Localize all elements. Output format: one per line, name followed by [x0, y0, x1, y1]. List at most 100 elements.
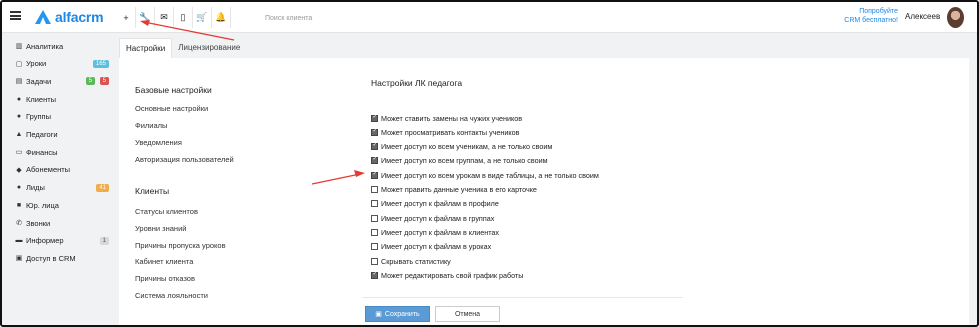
- count-badge: 1: [99, 236, 109, 245]
- sidebar-item-label: Лиды: [26, 183, 45, 193]
- logo-mark-icon: [35, 10, 51, 24]
- option-row[interactable]: Имеет доступ ко всем урокам в виде табли…: [371, 170, 599, 180]
- menu-icon[interactable]: [10, 11, 21, 20]
- option-label: Имеет доступ к файлам в уроках: [381, 242, 492, 252]
- sidebar-item-label: Аналитика: [26, 41, 64, 51]
- sidebar-item-label: Информер: [26, 236, 64, 246]
- count-badge-secondary: 5: [99, 77, 109, 86]
- sidebar-item-12[interactable]: ▣ Доступ в CRM: [14, 251, 114, 265]
- settings-link[interactable]: Кабинет клиента: [135, 257, 193, 266]
- option-label: Может ставить замены на чужих учеников: [381, 113, 523, 123]
- settings-link[interactable]: Система лояльности: [135, 291, 208, 300]
- option-label: Может редактировать свой график работы: [381, 270, 524, 280]
- sidebar-item-9[interactable]: ■ Юр. лица: [14, 198, 114, 212]
- checkbox[interactable]: [371, 200, 378, 208]
- checkbox[interactable]: [371, 127, 378, 136]
- save-label: Сохранить: [384, 310, 420, 318]
- checkbox[interactable]: [371, 243, 378, 251]
- tab-bar: Настройки Лицензирование: [119, 38, 246, 58]
- plus-icon[interactable]: +: [117, 7, 136, 28]
- chart-icon: ▥: [15, 43, 23, 50]
- avatar[interactable]: [947, 7, 964, 28]
- count-badge: 41: [96, 183, 109, 192]
- count-badge: 165: [92, 59, 109, 68]
- option-row[interactable]: Может править данные ученика в его карто…: [371, 185, 537, 195]
- sidebar-item-7[interactable]: ◆ Абонементы: [14, 163, 114, 177]
- settings-link[interactable]: Уведомления: [135, 138, 182, 147]
- sidebar-item-label: Звонки: [26, 218, 51, 228]
- checkbox[interactable]: [371, 186, 378, 193]
- option-row[interactable]: Имеет доступ к файлам в уроках: [371, 242, 491, 252]
- save-button[interactable]: ▣ Сохранить: [365, 306, 430, 322]
- option-row[interactable]: Имеет доступ к файлам в клиентах: [371, 227, 499, 237]
- count-badge: 5: [85, 77, 95, 86]
- checkbox[interactable]: [371, 214, 378, 222]
- option-row[interactable]: Имеет доступ ко всем группам, а не тольк…: [371, 155, 548, 166]
- settings-link[interactable]: Авторизация пользователей: [135, 155, 234, 164]
- cart-icon[interactable]: 🛒: [193, 7, 212, 28]
- sidebar-item-label: Клиенты: [26, 94, 57, 104]
- graduation-cap-icon: ▲: [15, 131, 23, 138]
- sidebar: ▥ Аналитика ▢ Уроки 165 ▤ Задачи 5 5 ● Клиенты ● Гру…: [2, 35, 117, 325]
- option-row[interactable]: Может просматривать контакты учеников: [371, 127, 519, 137]
- checkbox[interactable]: [371, 113, 378, 122]
- checkbox[interactable]: [371, 270, 378, 279]
- settings-link[interactable]: Причины пропуска уроков: [135, 241, 226, 250]
- promo-link[interactable]: Попробуйте CRM бесплатно!: [822, 7, 898, 25]
- sidebar-item-11[interactable]: ▬ Информер 1: [14, 234, 114, 248]
- bell-icon[interactable]: 🔔: [212, 7, 231, 28]
- sidebar-item-label: Уроки: [26, 59, 47, 69]
- promo-line-1: Попробуйте: [859, 8, 898, 15]
- checkbox[interactable]: [371, 141, 378, 151]
- checkbox[interactable]: [371, 257, 378, 265]
- calendar-icon: ▢: [15, 60, 23, 68]
- settings-link[interactable]: Уровни знаний: [135, 224, 186, 233]
- user-icon: ●: [16, 95, 22, 103]
- option-label: Может просматривать контакты учеников: [381, 127, 520, 137]
- wrench-icon[interactable]: 🔧: [136, 7, 155, 28]
- settings-panel: Базовые настройки Основные настройки Фили…: [119, 58, 969, 325]
- sidebar-item-label: Группы: [26, 112, 51, 122]
- sidebar-item-2[interactable]: ▤ Задачи 5 5: [14, 74, 114, 88]
- sidebar-item-8[interactable]: ● Лиды 41: [14, 181, 114, 195]
- settings-link[interactable]: Причины отказов: [135, 274, 195, 283]
- toolbar: + 🔧 ✉ ▯ 🛒 🔔: [117, 7, 231, 28]
- phone-icon[interactable]: ▯: [174, 7, 193, 28]
- tab-1[interactable]: Лицензирование: [172, 38, 246, 58]
- sidebar-item-1[interactable]: ▢ Уроки 165: [14, 57, 114, 71]
- option-row[interactable]: Скрывать статистику: [371, 256, 451, 266]
- option-row[interactable]: Имеет доступ к файлам в группах: [371, 213, 494, 223]
- option-label: Может править данные ученика в его карто…: [381, 185, 537, 194]
- checkbox[interactable]: [371, 228, 378, 236]
- option-label: Имеет доступ к файлам в профиле: [381, 199, 499, 209]
- user-name[interactable]: Алексеев: [905, 12, 940, 21]
- mail-icon[interactable]: ✉: [155, 7, 174, 28]
- option-row[interactable]: Может редактировать свой график работы: [371, 270, 523, 280]
- settings-link[interactable]: Статусы клиентов: [135, 207, 198, 216]
- sidebar-item-label: Финансы: [26, 147, 58, 157]
- sidebar-item-10[interactable]: ✆ Звонки: [14, 216, 114, 230]
- sidebar-item-0[interactable]: ▥ Аналитика: [14, 39, 114, 53]
- app-window: alfacrm +🔧✉▯🛒🔔 Попробуйте CRM бесплатно!…: [0, 0, 979, 327]
- option-row[interactable]: Может ставить замены на чужих учеников: [371, 113, 522, 123]
- add-user-icon: ●: [16, 184, 22, 192]
- settings-link[interactable]: Основные настройки: [135, 104, 208, 113]
- option-row[interactable]: Имеет доступ ко всем ученикам, а не толь…: [371, 141, 552, 152]
- sidebar-item-5[interactable]: ▲ Педагоги: [14, 128, 114, 142]
- logo-text: alfacrm: [55, 9, 104, 25]
- top-bar: alfacrm +🔧✉▯🛒🔔 Попробуйте CRM бесплатно!…: [2, 2, 977, 33]
- option-row[interactable]: Имеет доступ к файлам в профиле: [371, 199, 499, 209]
- checkbox[interactable]: [371, 170, 378, 179]
- checkbox[interactable]: [371, 155, 378, 165]
- money-icon: ▭: [15, 149, 23, 157]
- cancel-button[interactable]: Отмена: [435, 306, 500, 322]
- sidebar-item-label: Доступ в CRM: [26, 253, 76, 263]
- sidebar-item-6[interactable]: ▭ Финансы: [14, 145, 114, 159]
- settings-link[interactable]: Филиалы: [135, 121, 167, 130]
- sidebar-item-3[interactable]: ● Клиенты: [14, 92, 114, 106]
- logo[interactable]: alfacrm: [35, 8, 104, 26]
- sidebar-item-4[interactable]: ● Группы: [14, 110, 114, 124]
- tab-0[interactable]: Настройки: [119, 38, 173, 58]
- search-input[interactable]: [265, 11, 415, 25]
- option-label: Имеет доступ к файлам в клиентах: [381, 227, 500, 237]
